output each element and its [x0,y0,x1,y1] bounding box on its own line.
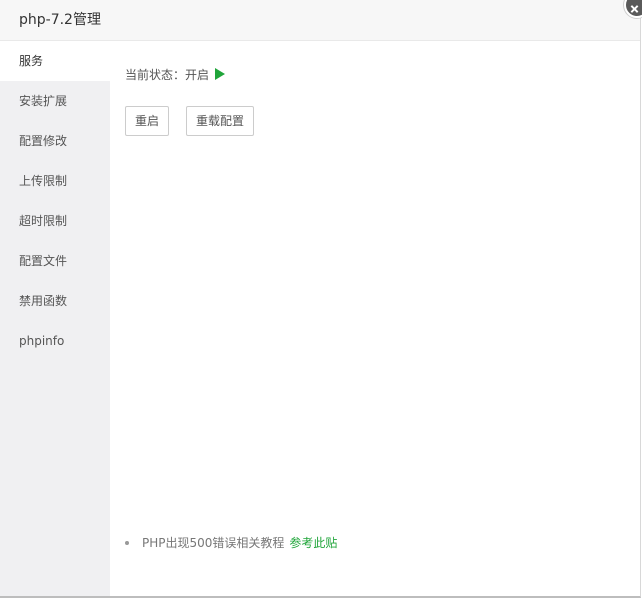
reload-config-button[interactable]: 重载配置 [186,106,255,136]
play-icon [215,68,226,80]
bullet-dot [125,541,129,545]
php-manager-dialog: php-7.2管理 服务 安装扩展 配置修改 上传限制 超时限制 配置文件 禁用… [0,0,641,598]
sidebar-item-label: phpinfo [19,334,65,348]
sidebar-item-label: 上传限制 [19,174,68,188]
sidebar-item-label: 安装扩展 [19,94,68,108]
sidebar-item-label: 服务 [19,54,44,68]
sidebar-item-disabled-functions[interactable]: 禁用函数 [0,281,110,321]
dialog-titlebar: php-7.2管理 [0,0,640,41]
status-label: 当前状态： [125,68,186,82]
service-panel: 当前状态：开启 重启 重载配置 PHP出现500错误相关教程 参考此贴 [110,41,640,596]
sidebar-item-label: 配置文件 [19,254,68,268]
sidebar-item-phpinfo[interactable]: phpinfo [0,321,110,361]
sidebar-item-config-file[interactable]: 配置文件 [0,241,110,281]
sidebar-item-label: 禁用函数 [19,294,68,308]
sidebar-item-service[interactable]: 服务 [0,41,110,81]
sidebar: 服务 安装扩展 配置修改 上传限制 超时限制 配置文件 禁用函数 phpinfo [0,41,110,596]
tips-list: PHP出现500错误相关教程 参考此贴 [125,535,337,551]
sidebar-item-config-edit[interactable]: 配置修改 [0,121,110,161]
status-row: 当前状态：开启 [125,67,226,83]
sidebar-item-label: 超时限制 [19,214,68,228]
restart-button[interactable]: 重启 [125,106,170,136]
sidebar-item-install-extensions[interactable]: 安装扩展 [0,81,110,121]
sidebar-item-timeout-limit[interactable]: 超时限制 [0,201,110,241]
sidebar-item-upload-limit[interactable]: 上传限制 [0,161,110,201]
tip-link[interactable]: 参考此贴 [289,536,337,550]
status-value: 开启 [185,68,210,82]
dialog-title: php-7.2管理 [19,12,101,28]
sidebar-item-label: 配置修改 [19,134,68,148]
tip-text: PHP出现500错误相关教程 [142,536,285,550]
